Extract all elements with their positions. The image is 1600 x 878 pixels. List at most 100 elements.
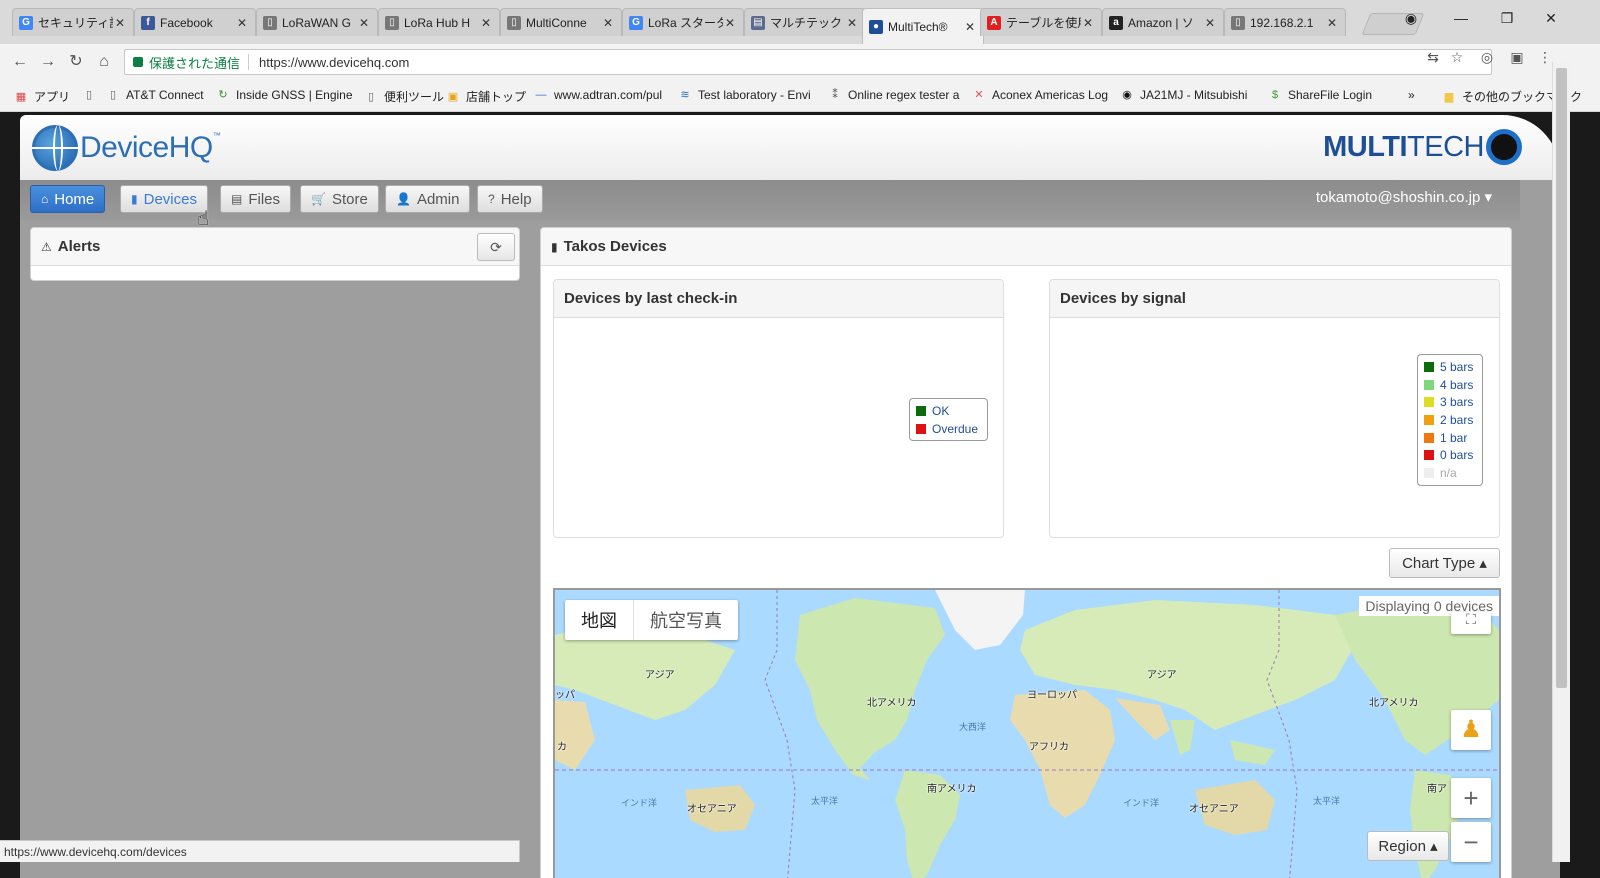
tab-close-icon[interactable]: ✕ — [1203, 16, 1217, 30]
apps-icon: ▦ — [15, 90, 27, 103]
omnibox-separator — [248, 54, 250, 70]
tab-close-icon[interactable]: ✕ — [357, 16, 371, 30]
bookmark-label: Online regex tester a — [848, 88, 960, 102]
devicehq-logo[interactable]: DeviceHQ ™ — [32, 125, 221, 171]
close-window-icon[interactable]: ✕ — [1536, 10, 1566, 32]
nav-label: Files — [248, 190, 281, 208]
legend-label: 3 bars — [1440, 395, 1474, 410]
tab-close-icon[interactable]: ✕ — [1081, 16, 1095, 30]
profile-icon[interactable]: ◉ — [1396, 10, 1426, 32]
legend-entry: n/a — [1424, 464, 1476, 482]
browser-tab[interactable]: f Facebook ✕ — [134, 8, 256, 36]
nav-admin[interactable]: 👤 Admin — [385, 185, 471, 213]
bookmark-item[interactable]: ↻ Inside GNSS | Engine — [216, 88, 352, 102]
bookmark-label: ShareFile Login — [1288, 88, 1373, 102]
reload-icon[interactable]: ↻ — [64, 50, 88, 74]
tab-title: マルチテック L — [770, 16, 845, 30]
bookmark-item[interactable]: » — [1408, 88, 1415, 102]
app-header: DeviceHQ ™ MULTI TECH — [20, 115, 1560, 180]
bookmark-item[interactable]: ▯ — [82, 88, 102, 102]
extension-icon[interactable]: ◎ — [1478, 49, 1496, 66]
region-button[interactable]: Region ▴ — [1367, 831, 1449, 861]
bookmark-item[interactable]: — www.adtran.com/pul — [534, 88, 663, 102]
nav-label: Admin — [416, 190, 460, 208]
signal-icon: ▮ — [551, 239, 558, 254]
ja21-icon: ◉ — [1122, 89, 1132, 101]
translate-icon[interactable]: ⇆ — [1424, 49, 1442, 66]
zoom-in-icon[interactable]: + — [1451, 778, 1491, 818]
bookmark-item[interactable]: ▣ 店舗トップ — [446, 88, 526, 105]
legend-entry: Overdue — [916, 420, 981, 438]
bookmark-item[interactable]: $ ShareFile Login — [1268, 88, 1372, 102]
restore-icon[interactable]: ❐ — [1492, 10, 1522, 32]
legend-label: Overdue — [932, 421, 979, 436]
browser-tab[interactable]: ▯ LoRaWAN G ✕ — [256, 8, 378, 36]
page-icon: ▯ — [263, 15, 277, 30]
browser-tab[interactable]: G セキュリティ設 ✕ — [12, 8, 134, 36]
tab-close-icon[interactable]: ✕ — [723, 16, 737, 30]
forward-icon[interactable]: → — [36, 50, 60, 74]
tab-close-icon[interactable]: ✕ — [113, 16, 127, 30]
browser-tab[interactable]: ● MultiTech® ✕ — [862, 8, 984, 44]
regex-icon: ⁑ — [832, 89, 838, 101]
bookmark-item[interactable]: ✕ Aconex Americas Log — [972, 88, 1108, 102]
vertical-scrollbar[interactable] — [1552, 62, 1570, 862]
legend-swatch — [1424, 379, 1434, 390]
nav-help[interactable]: ? Help — [477, 185, 543, 213]
browser-tab[interactable]: ▯ 192.168.2.1 ✕ — [1224, 8, 1346, 36]
browser-tab[interactable]: ▯ MultiConne ✕ — [500, 8, 622, 36]
bookmark-label: アプリ — [34, 90, 71, 104]
tab-close-icon[interactable]: ✕ — [1325, 16, 1339, 30]
tab-close-icon[interactable]: ✕ — [479, 16, 493, 30]
street-view-pegman-icon[interactable]: ♟ — [1451, 710, 1491, 750]
nav-home[interactable]: ⌂ Home — [30, 185, 106, 213]
browser-tab[interactable]: A テーブルを使用 ✕ — [980, 8, 1102, 36]
map-type-satellite[interactable]: 航空写真 — [633, 600, 738, 640]
devices-panel: ▮ Takos Devices Devices by last check-in… — [540, 227, 1512, 878]
scrollbar-thumb[interactable] — [1556, 68, 1567, 688]
browser-tab[interactable]: ▯ LoRa Hub H ✕ — [378, 8, 500, 36]
tab-title: MultiConne — [526, 15, 587, 30]
map-type-map[interactable]: 地図 — [565, 600, 633, 640]
home-page-icon[interactable]: ⌂ — [92, 50, 116, 74]
refresh-button[interactable]: ⟳ — [477, 233, 515, 261]
bookmark-item[interactable]: ▯ AT&T Connect — [106, 88, 204, 102]
bookmark-item[interactable]: ▦ アプリ — [14, 88, 70, 105]
map-label-europe: ヨーロッパ — [1027, 690, 1077, 701]
world-map[interactable]: アジア アジア 北アメリカ 北アメリカ ヨーロッパ アフリカ 南アメリカ オセア… — [553, 588, 1501, 878]
legend-label: 1 bar — [1440, 430, 1468, 445]
user-menu[interactable]: tokamoto@shoshin.co.jp ▾ — [1316, 188, 1492, 206]
nav-store[interactable]: 🛒 Store — [300, 185, 379, 213]
nav-devices[interactable]: ▮ Devices — [120, 185, 208, 213]
star-icon[interactable]: ☆ — [1448, 49, 1466, 66]
africa-left-shape — [555, 700, 595, 770]
address-bar[interactable]: 保護された通信 https://www.devicehq.com — [124, 49, 1492, 75]
help-icon: ? — [488, 192, 495, 206]
tab-close-icon[interactable]: ✕ — [235, 16, 249, 30]
browser-tab[interactable]: a Amazon | ソ ✕ — [1102, 8, 1224, 36]
tab-close-icon[interactable]: ✕ — [845, 16, 859, 30]
bookmark-item[interactable]: ≋ Test laboratory - Envi — [678, 88, 810, 102]
map-label-edge-south-america: 南ア — [1427, 784, 1447, 795]
tab-close-icon[interactable]: ✕ — [601, 16, 615, 30]
brand-name: DeviceHQ — [80, 131, 213, 164]
bookmark-item[interactable]: ▯ 便利ツール — [364, 88, 444, 105]
bookmark-item[interactable]: ◉ JA21MJ - Mitsubishi — [1120, 88, 1247, 102]
tab-close-icon[interactable]: ✕ — [963, 20, 977, 34]
bookmark-item[interactable]: ⁑ Online regex tester a — [828, 88, 959, 102]
back-icon[interactable]: ← — [8, 50, 32, 74]
url-text: https://www.devicehq.com — [259, 54, 410, 70]
chart-type-button[interactable]: Chart Type ▴ — [1389, 548, 1500, 578]
home-icon: ⌂ — [41, 192, 49, 206]
minimize-icon[interactable]: — — [1446, 10, 1476, 32]
zoom-out-icon[interactable]: − — [1451, 822, 1491, 862]
nav-files[interactable]: ▤ Files — [220, 185, 292, 213]
greenland-shape — [935, 590, 1025, 650]
signal-legend: 5 bars 4 bars 3 bars 2 bars 1 bar 0 bars n/a — [1417, 354, 1483, 486]
extension-g-icon[interactable]: ▣ — [1508, 49, 1526, 66]
browser-tab[interactable]: G LoRa スタータ ✕ — [622, 8, 744, 36]
browser-tab[interactable]: ▤ マルチテック L ✕ — [744, 8, 866, 36]
legend-label: 2 bars — [1440, 412, 1474, 427]
fullscreen-icon[interactable]: ⛶ — [1451, 612, 1491, 634]
tab-title: Amazon | ソ — [1128, 16, 1194, 30]
